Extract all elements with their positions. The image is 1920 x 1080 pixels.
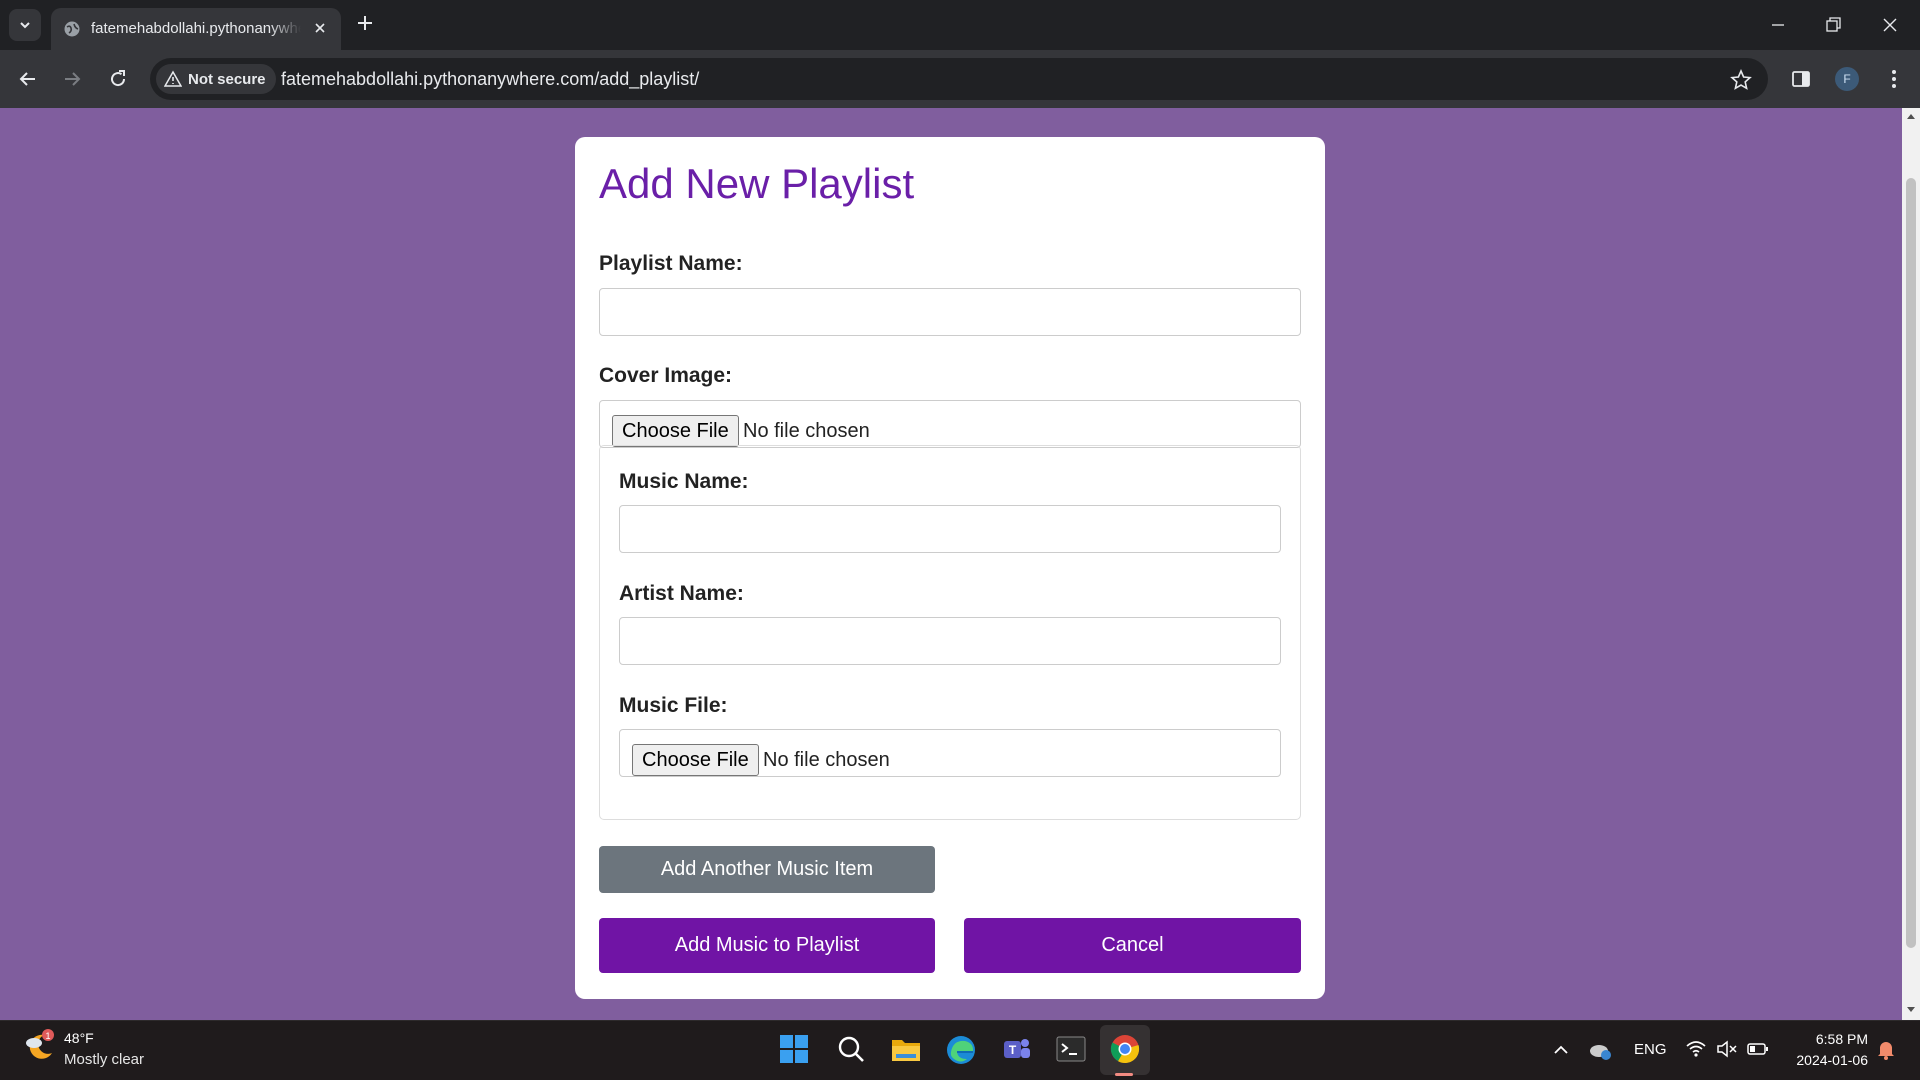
cover-choose-file-button[interactable]: Choose File [612, 415, 739, 447]
close-window-icon[interactable] [1880, 15, 1900, 35]
music-no-file-text: No file chosen [763, 749, 890, 771]
minimize-icon[interactable] [1768, 15, 1788, 35]
menu-kebab-icon[interactable] [1882, 67, 1906, 91]
music-item-fieldset: Music Name: Artist Name: Music File: Cho… [599, 445, 1301, 820]
chrome-icon[interactable] [1110, 1034, 1140, 1064]
security-indicator[interactable]: Not secure [156, 64, 276, 94]
cancel-button[interactable]: Cancel [964, 918, 1301, 973]
page-viewport: Add New Playlist Playlist Name: Cover Im… [0, 108, 1920, 1020]
new-tab-icon[interactable] [355, 13, 375, 33]
url-text[interactable]: fatemehabdollahi.pythonanywhere.com/add_… [281, 68, 699, 90]
weather-badge: 1 [45, 1031, 50, 1041]
bookmark-star-icon[interactable] [1730, 69, 1752, 91]
address-bar[interactable]: Not secure fatemehabdollahi.pythonanywhe… [150, 58, 1768, 100]
globe-icon [64, 21, 80, 37]
onedrive-cloud-icon[interactable] [1588, 1039, 1612, 1061]
close-tab-icon[interactable] [311, 19, 329, 37]
add-playlist-card: Add New Playlist Playlist Name: Cover Im… [575, 137, 1325, 999]
weather-widget[interactable]: 1 [22, 1029, 58, 1070]
add-music-to-playlist-button[interactable]: Add Music to Playlist [599, 918, 935, 973]
edge-browser-icon[interactable] [945, 1034, 977, 1066]
svg-text:T: T [1009, 1043, 1017, 1057]
playlist-name-label: Playlist Name: [599, 252, 743, 275]
cover-image-label: Cover Image: [599, 364, 733, 387]
terminal-icon[interactable] [1055, 1034, 1087, 1064]
weather-description: Mostly clear [64, 1051, 145, 1068]
music-choose-file-button[interactable]: Choose File [632, 744, 759, 776]
reload-icon[interactable] [106, 67, 130, 91]
music-file-label: Music File: [619, 694, 728, 717]
restore-icon[interactable] [1823, 15, 1843, 35]
security-label: Not secure [188, 70, 266, 88]
forward-arrow-icon[interactable] [60, 67, 84, 91]
chevron-down-icon [20, 22, 30, 29]
page-title: Add New Playlist [599, 160, 915, 207]
weather-temperature: 48°F [64, 1030, 94, 1046]
playlist-name-input[interactable] [599, 288, 1301, 336]
browser-toolbar: Not secure fatemehabdollahi.pythonanywhe… [0, 50, 1920, 108]
file-explorer-icon[interactable] [890, 1034, 922, 1064]
warning-triangle-icon [164, 70, 182, 87]
scroll-down-arrow-icon[interactable] [1906, 1006, 1916, 1014]
chevron-up-icon[interactable] [1552, 1041, 1570, 1059]
teams-icon[interactable]: T [1000, 1034, 1032, 1064]
search-icon[interactable] [836, 1034, 866, 1064]
windows-start-icon[interactable] [779, 1034, 809, 1064]
cover-no-file-text: No file chosen [743, 420, 870, 442]
scrollbar-thumb[interactable] [1906, 178, 1916, 948]
wifi-icon[interactable] [1685, 1039, 1707, 1059]
weather-moon-cloud-icon: 1 [26, 1029, 54, 1059]
language-indicator[interactable]: ENG [1634, 1041, 1667, 1058]
tab-search-button[interactable] [9, 9, 41, 41]
speaker-muted-icon[interactable] [1716, 1039, 1738, 1059]
profile-avatar[interactable]: F [1835, 67, 1859, 91]
tab-title: fatemehabdollahi.pythonanywhere.com/add_… [91, 20, 301, 37]
clock-date[interactable]: 2024-01-06 [1784, 1052, 1868, 1068]
page-scrollbar[interactable] [1902, 108, 1920, 1020]
chrome-active-indicator [1115, 1073, 1133, 1076]
windows-taskbar: 1 48°F Mostly clear T ENG 6:58 PM 2024-0… [0, 1020, 1920, 1080]
notification-bell-icon[interactable] [1876, 1039, 1896, 1061]
battery-icon[interactable] [1746, 1039, 1770, 1059]
artist-name-input[interactable] [619, 617, 1281, 665]
music-name-label: Music Name: [619, 470, 749, 493]
side-panel-icon[interactable] [1789, 67, 1813, 91]
cover-image-file-input[interactable]: Choose File No file chosen [599, 400, 1301, 448]
artist-name-label: Artist Name: [619, 582, 744, 605]
back-arrow-icon[interactable] [16, 67, 40, 91]
browser-tab[interactable]: fatemehabdollahi.pythonanywhere.com/add_… [51, 8, 341, 50]
music-file-input[interactable]: Choose File No file chosen [619, 729, 1281, 777]
music-name-input[interactable] [619, 505, 1281, 553]
browser-tab-strip: fatemehabdollahi.pythonanywhere.com/add_… [0, 0, 1920, 50]
add-another-music-button[interactable]: Add Another Music Item [599, 846, 935, 893]
clock-time[interactable]: 6:58 PM [1808, 1031, 1868, 1047]
scroll-up-arrow-icon[interactable] [1906, 112, 1916, 120]
